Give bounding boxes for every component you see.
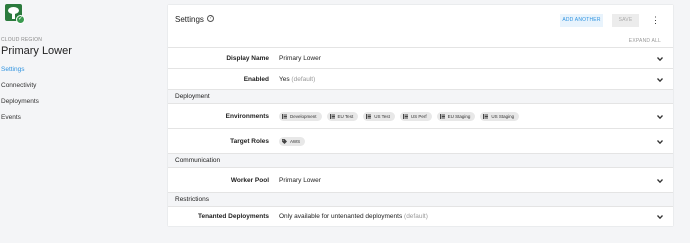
environment-chip: EU Staging: [436, 112, 476, 121]
enabled-value-text: Yes: [279, 76, 290, 83]
breadcrumb: CLOUD REGION: [1, 37, 43, 43]
tenanted-default-text: (default): [404, 213, 428, 220]
display-name-row[interactable]: Display Name Primary Lower: [168, 47, 673, 68]
environment-chip: Development: [279, 112, 322, 121]
tenanted-deployments-label: Tenanted Deployments: [197, 213, 269, 220]
cloud-region-logo-icon: ✓: [5, 4, 25, 24]
more-options-icon[interactable]: ⋮: [651, 14, 660, 27]
tag-icon: [282, 139, 287, 144]
sidebar-item-connectivity[interactable]: Connectivity: [1, 82, 39, 98]
worker-pool-row[interactable]: Worker Pool Primary Lower: [168, 167, 673, 192]
chevron-down-icon[interactable]: [657, 56, 663, 62]
environments-label: Environments: [225, 113, 269, 120]
worker-pool-value: Primary Lower: [279, 177, 321, 184]
environment-chip-label: US Staging: [491, 114, 515, 119]
environment-chip-label: EU Test: [337, 114, 354, 119]
sidebar-item-settings[interactable]: Settings: [1, 66, 39, 82]
display-name-value: Primary Lower: [279, 55, 321, 62]
environments-chips: Development EU Test US Test US Perf EU S…: [279, 112, 520, 121]
environment-icon: [329, 114, 335, 119]
environment-icon: [366, 114, 372, 119]
environment-chip-label: US Test: [374, 114, 390, 119]
page-title: Primary Lower: [1, 45, 72, 57]
restrictions-section-header: Restrictions: [168, 192, 673, 206]
tenanted-deployments-value: Only available for untenanted deployment…: [279, 213, 428, 220]
enabled-label: Enabled: [243, 76, 269, 83]
enabled-row[interactable]: Enabled Yes (default): [168, 68, 673, 89]
environment-chip: US Test: [363, 112, 395, 121]
environment-icon: [483, 114, 489, 119]
enabled-value: Yes (default): [279, 76, 315, 83]
settings-panel: Settings ? ADD ANOTHER SAVE ⋮ EXPAND ALL…: [168, 5, 673, 226]
tenanted-deployments-row[interactable]: Tenanted Deployments Only available for …: [168, 206, 673, 226]
chevron-down-icon[interactable]: [657, 114, 663, 120]
communication-section-title: Communication: [175, 157, 221, 164]
role-chip: AWS: [279, 137, 306, 146]
sidebar: ✓ CLOUD REGION Primary Lower Settings Co…: [0, 0, 160, 243]
chevron-down-icon[interactable]: [657, 77, 663, 83]
sidebar-item-deployments[interactable]: Deployments: [1, 98, 39, 114]
target-roles-row[interactable]: Target Roles AWS: [168, 128, 673, 153]
target-roles-label: Target Roles: [230, 138, 269, 145]
communication-section-header: Communication: [168, 153, 673, 167]
worker-pool-label: Worker Pool: [230, 177, 269, 184]
deployment-section-header: Deployment: [168, 89, 673, 103]
environment-icon: [439, 114, 445, 119]
environment-chip-label: US Perf: [410, 114, 427, 119]
role-chip-label: AWS: [290, 139, 301, 144]
save-button[interactable]: SAVE: [612, 14, 639, 27]
chevron-down-icon[interactable]: [657, 178, 663, 184]
environment-icon: [282, 114, 287, 119]
sidebar-nav: Settings Connectivity Deployments Events: [1, 66, 39, 130]
sidebar-item-events[interactable]: Events: [1, 114, 39, 130]
expand-all-link[interactable]: EXPAND ALL: [629, 38, 661, 44]
restrictions-section-title: Restrictions: [175, 196, 209, 203]
add-another-button[interactable]: ADD ANOTHER: [560, 14, 603, 27]
environment-chip-label: Development: [290, 114, 317, 119]
environments-row[interactable]: Environments Development EU Test US Test…: [168, 103, 673, 128]
chevron-down-icon[interactable]: [657, 214, 663, 220]
environment-chip: US Staging: [480, 112, 520, 121]
environment-chip-label: EU Staging: [447, 114, 471, 119]
environment-icon: [402, 114, 408, 119]
panel-title: Settings: [175, 15, 204, 24]
chevron-down-icon[interactable]: [657, 139, 663, 145]
help-icon[interactable]: ?: [207, 15, 214, 22]
target-roles-chips: AWS: [279, 137, 306, 146]
environment-chip: US Perf: [399, 112, 432, 121]
deployment-section-title: Deployment: [175, 93, 210, 100]
tenanted-value-text: Only available for untenanted deployment…: [279, 213, 403, 220]
environment-chip: EU Test: [326, 112, 359, 121]
panel-header: Settings ? ADD ANOTHER SAVE ⋮: [168, 5, 673, 35]
display-name-label: Display Name: [226, 55, 269, 62]
enabled-default-text: (default): [291, 76, 316, 83]
